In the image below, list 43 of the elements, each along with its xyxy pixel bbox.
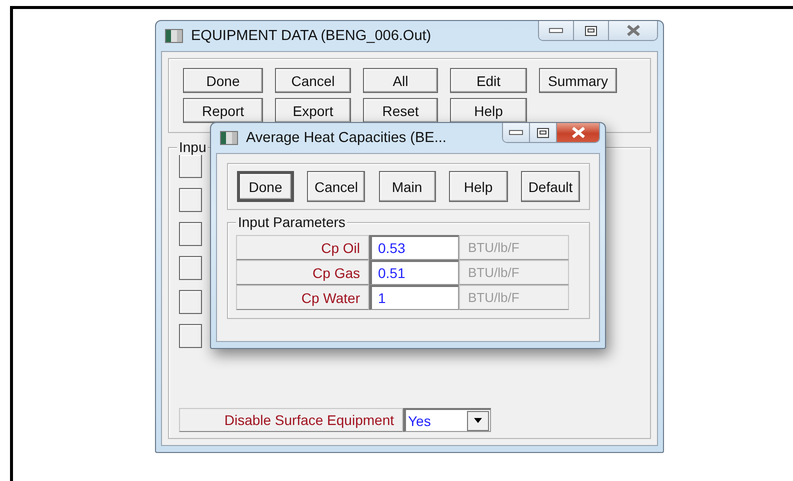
blank-button[interactable]	[179, 154, 202, 178]
value-field[interactable]: 0.53	[369, 235, 459, 260]
app-icon	[220, 131, 238, 145]
unit-label: BTU/lb/F	[459, 260, 569, 285]
blank-button[interactable]	[179, 290, 202, 314]
dialog-button[interactable]: Default	[521, 171, 580, 202]
toolbar-button[interactable]: Reset	[363, 98, 438, 123]
group-label: Inpu	[177, 139, 208, 155]
toolbar-button[interactable]: Cancel	[275, 68, 351, 93]
parameter-label: Cp Water	[236, 285, 369, 310]
toolbar-button[interactable]: Summary	[539, 68, 617, 93]
minimize-icon[interactable]	[509, 130, 523, 135]
maximize-icon[interactable]	[585, 26, 597, 36]
toolbar-button[interactable]: Help	[450, 98, 527, 123]
dialog-button[interactable]: Main	[378, 171, 436, 202]
dialog-title: Average Heat Capacities (BE...	[246, 130, 446, 146]
maximize-icon[interactable]	[537, 128, 549, 138]
parameter-label: Cp Oil	[236, 235, 369, 260]
value-field[interactable]: 1	[369, 285, 459, 310]
close-icon[interactable]	[626, 25, 640, 36]
unit-label: BTU/lb/F	[459, 285, 569, 310]
toolbar-button[interactable]: All	[363, 68, 438, 93]
caret-icon	[474, 418, 482, 423]
app-icon	[165, 29, 183, 43]
dialog-button[interactable]: Done	[237, 171, 294, 202]
toolbar-button[interactable]: Export	[275, 98, 351, 123]
yes-dropdown[interactable]: Yes	[403, 408, 491, 432]
window-title: EQUIPMENT DATA (BENG_006.Out)	[191, 28, 432, 44]
dialog-button[interactable]: Help	[448, 171, 508, 202]
unit-label: BTU/lb/F	[459, 235, 569, 260]
dialog-button[interactable]: Cancel	[307, 171, 366, 202]
parameter-label: Cp Gas	[236, 260, 369, 285]
toolbar-button[interactable]: Done	[183, 68, 263, 93]
toolbar-button[interactable]: Edit	[450, 68, 527, 93]
blank-button[interactable]	[179, 324, 202, 348]
field-label: Disable Surface Equipment	[179, 408, 403, 432]
minimize-icon[interactable]	[549, 28, 563, 33]
group-label: Input Parameters	[236, 214, 348, 230]
blank-button[interactable]	[179, 188, 202, 212]
value-field[interactable]: 0.51	[369, 260, 459, 285]
toolbar-button[interactable]: Report	[183, 98, 263, 123]
blank-button[interactable]	[179, 222, 202, 246]
blank-button[interactable]	[179, 256, 202, 280]
